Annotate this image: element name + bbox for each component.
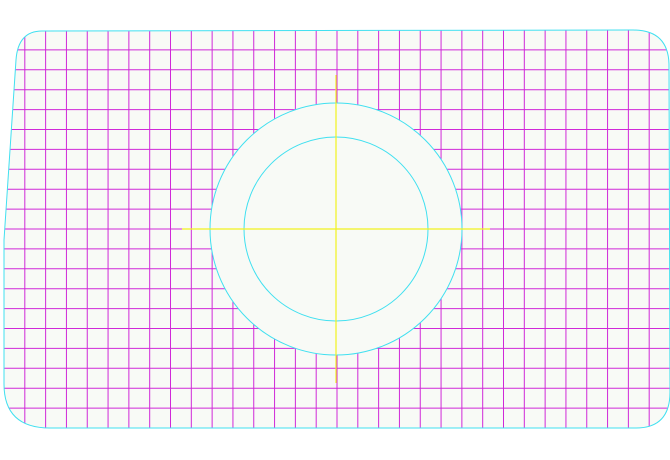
diagram-canvas (3, 29, 670, 429)
